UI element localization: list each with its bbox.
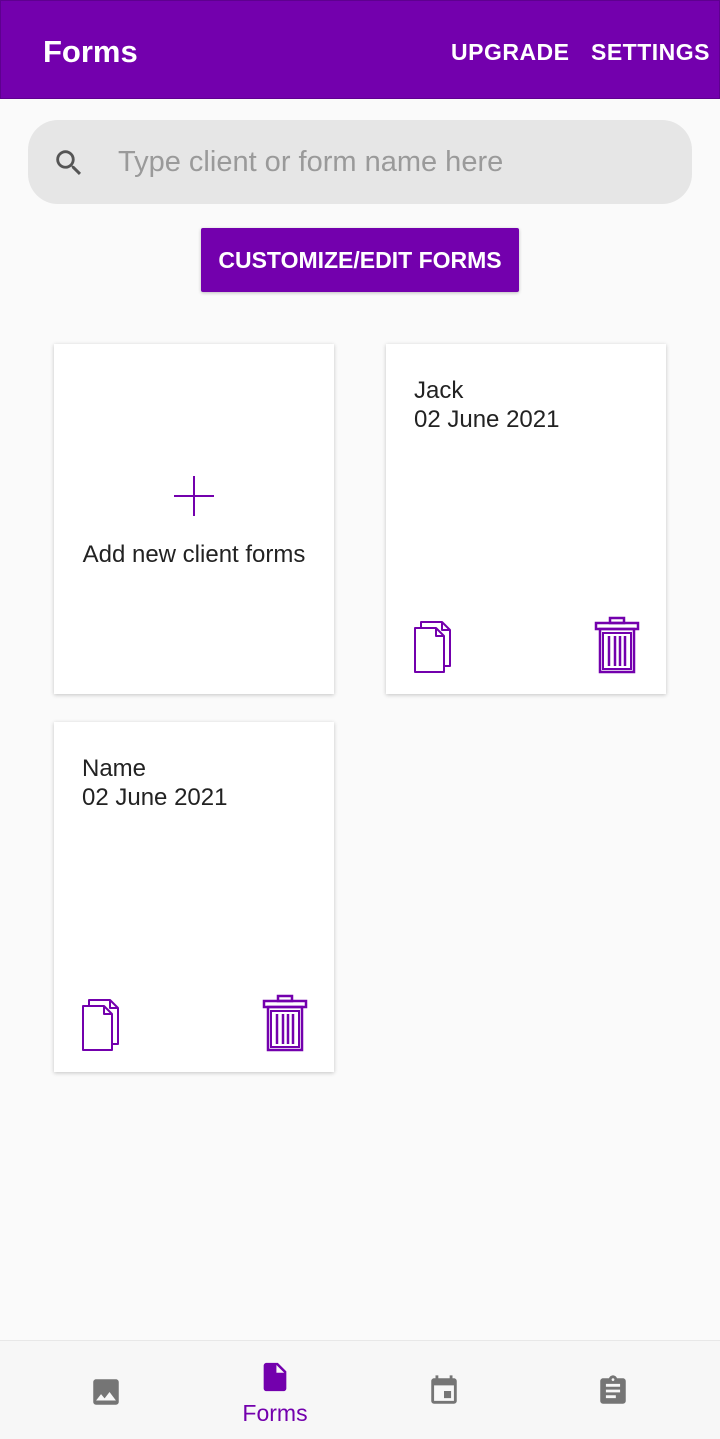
- client-name: Name: [82, 755, 147, 782]
- client-form-card[interactable]: Jack 02 June 2021: [386, 344, 666, 694]
- nav-label-forms: Forms: [242, 1400, 308, 1426]
- nav-item-calendar[interactable]: [384, 1341, 504, 1439]
- app-bar: Forms UPGRADE SETTINGS: [0, 0, 720, 99]
- trash-icon[interactable]: [594, 616, 640, 676]
- trash-icon[interactable]: [262, 994, 308, 1054]
- search-input[interactable]: [118, 136, 678, 188]
- document-icon: [263, 1362, 287, 1392]
- add-new-client-forms-label: Add new client forms: [82, 541, 306, 568]
- nav-item-clipboard[interactable]: [553, 1341, 673, 1439]
- form-date: 02 June 2021: [82, 784, 228, 811]
- settings-button[interactable]: SETTINGS: [591, 39, 710, 66]
- image-icon: [93, 1379, 119, 1405]
- nav-item-gallery[interactable]: [46, 1341, 166, 1439]
- copy-icon[interactable]: [412, 616, 456, 674]
- plus-icon: [174, 476, 214, 516]
- upgrade-button[interactable]: UPGRADE: [451, 39, 570, 66]
- page-title: Forms: [43, 34, 138, 69]
- calendar-icon: [431, 1375, 457, 1404]
- clipboard-icon: [600, 1375, 626, 1404]
- bottom-navigation: Forms: [0, 1340, 720, 1439]
- search-icon: [56, 150, 82, 176]
- client-name: Jack: [414, 377, 464, 404]
- customize-edit-forms-button[interactable]: CUSTOMIZE/EDIT FORMS: [201, 228, 519, 292]
- form-date: 02 June 2021: [414, 406, 560, 433]
- search-bar[interactable]: [28, 120, 692, 204]
- nav-item-forms[interactable]: Forms: [215, 1341, 335, 1439]
- add-new-client-form-card[interactable]: Add new client forms: [54, 344, 334, 694]
- client-form-card[interactable]: Name 02 June 2021: [54, 722, 334, 1072]
- copy-icon[interactable]: [80, 994, 124, 1052]
